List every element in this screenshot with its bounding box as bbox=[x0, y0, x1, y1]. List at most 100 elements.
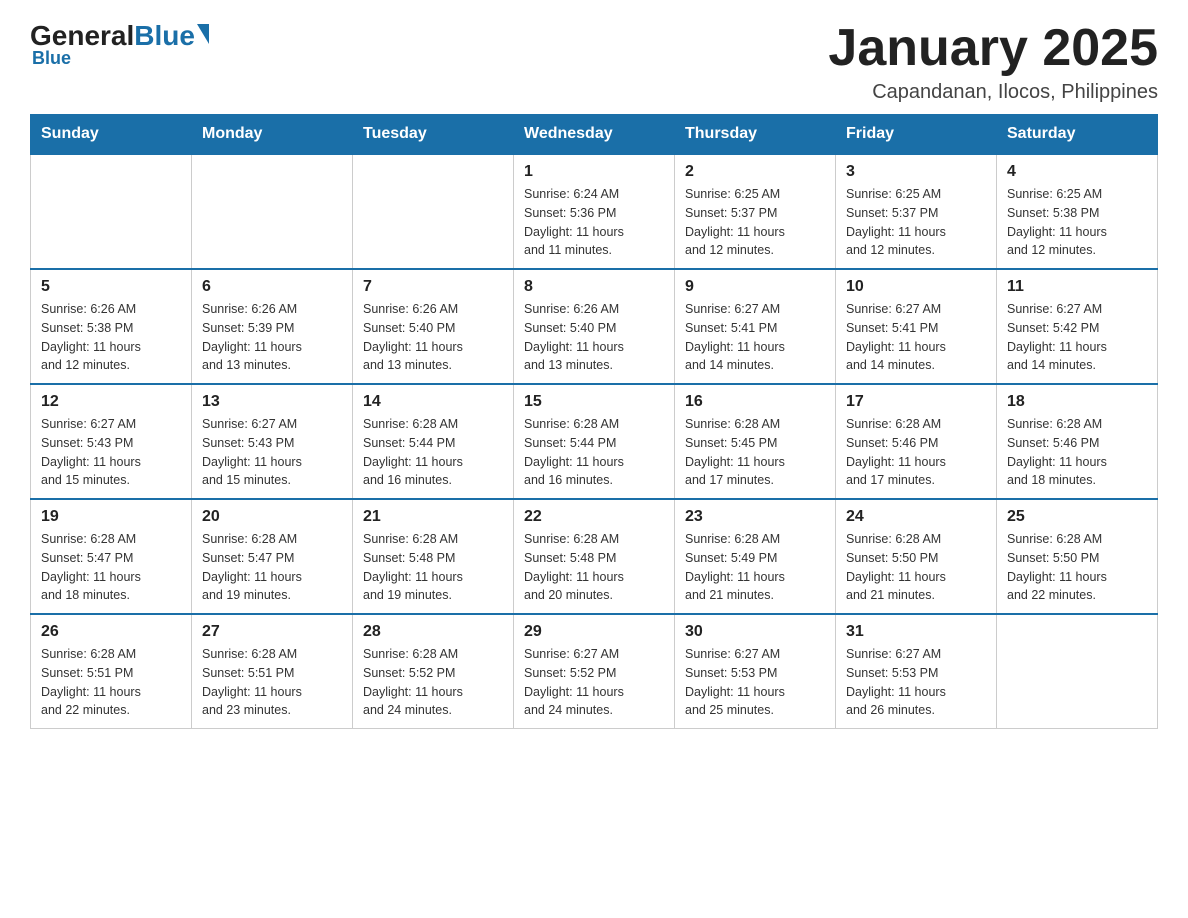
day-number: 17 bbox=[846, 393, 986, 411]
day-number: 29 bbox=[524, 623, 664, 641]
day-number: 4 bbox=[1007, 163, 1147, 181]
calendar-cell: 22Sunrise: 6:28 AMSunset: 5:48 PMDayligh… bbox=[514, 499, 675, 614]
calendar-cell: 28Sunrise: 6:28 AMSunset: 5:52 PMDayligh… bbox=[353, 614, 514, 729]
day-info: Sunrise: 6:28 AMSunset: 5:46 PMDaylight:… bbox=[1007, 415, 1147, 490]
calendar-header-tuesday: Tuesday bbox=[353, 115, 514, 155]
day-number: 6 bbox=[202, 278, 342, 296]
day-info: Sunrise: 6:28 AMSunset: 5:51 PMDaylight:… bbox=[202, 645, 342, 720]
calendar-cell: 14 Sunrise: 6:28 AMSunset: 5:44 PMDayligh… bbox=[353, 384, 514, 499]
calendar-cell: 3 Sunrise: 6:25 AMSunset: 5:37 PMDaylight… bbox=[836, 154, 997, 269]
calendar-cell: 19 Sunrise: 6:28 AMSunset: 5:47 PMDayligh… bbox=[31, 499, 192, 614]
day-number: 24 bbox=[846, 508, 986, 526]
day-info: Sunrise: 6:27 AMSunset: 5:53 PMDaylight:… bbox=[846, 645, 986, 720]
calendar-subtitle: Capandanan, Ilocos, Philippines bbox=[828, 81, 1158, 104]
calendar-title: January 2025 bbox=[828, 20, 1158, 77]
day-info: Sunrise: 6:26 AMSunset: 5:40 PMDaylight:… bbox=[524, 300, 664, 375]
day-info: Sunrise: 6:28 AMSunset: 5:44 PMDaylight:… bbox=[363, 415, 503, 490]
calendar-header-monday: Monday bbox=[192, 115, 353, 155]
week-row-5: 26 Sunrise: 6:28 AMSunset: 5:51 PMDayligh… bbox=[31, 614, 1158, 729]
day-number: 15 bbox=[524, 393, 664, 411]
day-info: Sunrise: 6:27 AMSunset: 5:43 PMDaylight:… bbox=[41, 415, 181, 490]
calendar-cell: 21 Sunrise: 6:28 AMSunset: 5:48 PMDayligh… bbox=[353, 499, 514, 614]
day-info: Sunrise: 6:28 AMSunset: 5:51 PMDaylight:… bbox=[41, 645, 181, 720]
calendar-cell: 30Sunrise: 6:27 AMSunset: 5:53 PMDayligh… bbox=[675, 614, 836, 729]
day-info: Sunrise: 6:28 AMSunset: 5:50 PMDaylight:… bbox=[1007, 530, 1147, 605]
week-row-4: 19 Sunrise: 6:28 AMSunset: 5:47 PMDayligh… bbox=[31, 499, 1158, 614]
day-info: Sunrise: 6:28 AMSunset: 5:47 PMDaylight:… bbox=[41, 530, 181, 605]
day-number: 12 bbox=[41, 393, 181, 411]
calendar-cell: 6 Sunrise: 6:26 AMSunset: 5:39 PMDaylight… bbox=[192, 269, 353, 384]
calendar-header-wednesday: Wednesday bbox=[514, 115, 675, 155]
calendar-cell: 16Sunrise: 6:28 AMSunset: 5:45 PMDayligh… bbox=[675, 384, 836, 499]
day-number: 21 bbox=[363, 508, 503, 526]
day-number: 2 bbox=[685, 163, 825, 181]
day-info: Sunrise: 6:28 AMSunset: 5:50 PMDaylight:… bbox=[846, 530, 986, 605]
day-info: Sunrise: 6:28 AMSunset: 5:48 PMDaylight:… bbox=[363, 530, 503, 605]
day-number: 11 bbox=[1007, 278, 1147, 296]
day-number: 23 bbox=[685, 508, 825, 526]
calendar-header-sunday: Sunday bbox=[31, 115, 192, 155]
calendar-cell: 25 Sunrise: 6:28 AMSunset: 5:50 PMDayligh… bbox=[997, 499, 1158, 614]
calendar-cell: 12 Sunrise: 6:27 AMSunset: 5:43 PMDayligh… bbox=[31, 384, 192, 499]
calendar-header-row: SundayMondayTuesdayWednesdayThursdayFrid… bbox=[31, 115, 1158, 155]
day-number: 10 bbox=[846, 278, 986, 296]
day-number: 26 bbox=[41, 623, 181, 641]
logo-triangle-icon bbox=[197, 24, 209, 44]
week-row-3: 12 Sunrise: 6:27 AMSunset: 5:43 PMDayligh… bbox=[31, 384, 1158, 499]
week-row-1: 1 Sunrise: 6:24 AMSunset: 5:36 PMDaylight… bbox=[31, 154, 1158, 269]
day-number: 3 bbox=[846, 163, 986, 181]
day-info: Sunrise: 6:27 AMSunset: 5:41 PMDaylight:… bbox=[685, 300, 825, 375]
day-number: 18 bbox=[1007, 393, 1147, 411]
calendar-cell: 15Sunrise: 6:28 AMSunset: 5:44 PMDayligh… bbox=[514, 384, 675, 499]
day-info: Sunrise: 6:26 AMSunset: 5:39 PMDaylight:… bbox=[202, 300, 342, 375]
day-number: 7 bbox=[363, 278, 503, 296]
day-number: 28 bbox=[363, 623, 503, 641]
calendar-cell bbox=[997, 614, 1158, 729]
day-info: Sunrise: 6:28 AMSunset: 5:49 PMDaylight:… bbox=[685, 530, 825, 605]
day-number: 1 bbox=[524, 163, 664, 181]
day-info: Sunrise: 6:27 AMSunset: 5:41 PMDaylight:… bbox=[846, 300, 986, 375]
day-number: 25 bbox=[1007, 508, 1147, 526]
calendar-cell: 9Sunrise: 6:27 AMSunset: 5:41 PMDaylight… bbox=[675, 269, 836, 384]
day-number: 16 bbox=[685, 393, 825, 411]
calendar-cell: 18 Sunrise: 6:28 AMSunset: 5:46 PMDayligh… bbox=[997, 384, 1158, 499]
calendar-cell: 7 Sunrise: 6:26 AMSunset: 5:40 PMDaylight… bbox=[353, 269, 514, 384]
page-header: General Blue Blue January 2025 Capandana… bbox=[30, 20, 1158, 104]
day-number: 8 bbox=[524, 278, 664, 296]
logo-blue-text: Blue bbox=[134, 20, 195, 52]
calendar-cell: 5Sunrise: 6:26 AMSunset: 5:38 PMDaylight… bbox=[31, 269, 192, 384]
day-info: Sunrise: 6:26 AMSunset: 5:40 PMDaylight:… bbox=[363, 300, 503, 375]
day-number: 19 bbox=[41, 508, 181, 526]
logo: General Blue Blue bbox=[30, 20, 209, 69]
day-info: Sunrise: 6:27 AMSunset: 5:42 PMDaylight:… bbox=[1007, 300, 1147, 375]
calendar-cell: 26 Sunrise: 6:28 AMSunset: 5:51 PMDayligh… bbox=[31, 614, 192, 729]
calendar-cell: 1 Sunrise: 6:24 AMSunset: 5:36 PMDaylight… bbox=[514, 154, 675, 269]
calendar-header-thursday: Thursday bbox=[675, 115, 836, 155]
calendar-cell: 13 Sunrise: 6:27 AMSunset: 5:43 PMDayligh… bbox=[192, 384, 353, 499]
day-info: Sunrise: 6:25 AMSunset: 5:37 PMDaylight:… bbox=[685, 185, 825, 260]
calendar-cell: 20 Sunrise: 6:28 AMSunset: 5:47 PMDayligh… bbox=[192, 499, 353, 614]
calendar-cell: 11 Sunrise: 6:27 AMSunset: 5:42 PMDayligh… bbox=[997, 269, 1158, 384]
day-number: 14 bbox=[363, 393, 503, 411]
logo-underline: Blue bbox=[32, 48, 71, 69]
title-section: January 2025 Capandanan, Ilocos, Philipp… bbox=[828, 20, 1158, 104]
day-info: Sunrise: 6:27 AMSunset: 5:43 PMDaylight:… bbox=[202, 415, 342, 490]
day-info: Sunrise: 6:25 AMSunset: 5:38 PMDaylight:… bbox=[1007, 185, 1147, 260]
calendar-cell bbox=[31, 154, 192, 269]
calendar-table: SundayMondayTuesdayWednesdayThursdayFrid… bbox=[30, 114, 1158, 729]
calendar-header-friday: Friday bbox=[836, 115, 997, 155]
day-info: Sunrise: 6:27 AMSunset: 5:53 PMDaylight:… bbox=[685, 645, 825, 720]
week-row-2: 5Sunrise: 6:26 AMSunset: 5:38 PMDaylight… bbox=[31, 269, 1158, 384]
calendar-cell: 27 Sunrise: 6:28 AMSunset: 5:51 PMDayligh… bbox=[192, 614, 353, 729]
day-info: Sunrise: 6:28 AMSunset: 5:47 PMDaylight:… bbox=[202, 530, 342, 605]
day-number: 31 bbox=[846, 623, 986, 641]
day-info: Sunrise: 6:26 AMSunset: 5:38 PMDaylight:… bbox=[41, 300, 181, 375]
day-number: 27 bbox=[202, 623, 342, 641]
day-number: 20 bbox=[202, 508, 342, 526]
calendar-cell: 8 Sunrise: 6:26 AMSunset: 5:40 PMDaylight… bbox=[514, 269, 675, 384]
calendar-cell: 24 Sunrise: 6:28 AMSunset: 5:50 PMDayligh… bbox=[836, 499, 997, 614]
day-info: Sunrise: 6:24 AMSunset: 5:36 PMDaylight:… bbox=[524, 185, 664, 260]
day-number: 13 bbox=[202, 393, 342, 411]
day-info: Sunrise: 6:25 AMSunset: 5:37 PMDaylight:… bbox=[846, 185, 986, 260]
calendar-cell: 10 Sunrise: 6:27 AMSunset: 5:41 PMDayligh… bbox=[836, 269, 997, 384]
